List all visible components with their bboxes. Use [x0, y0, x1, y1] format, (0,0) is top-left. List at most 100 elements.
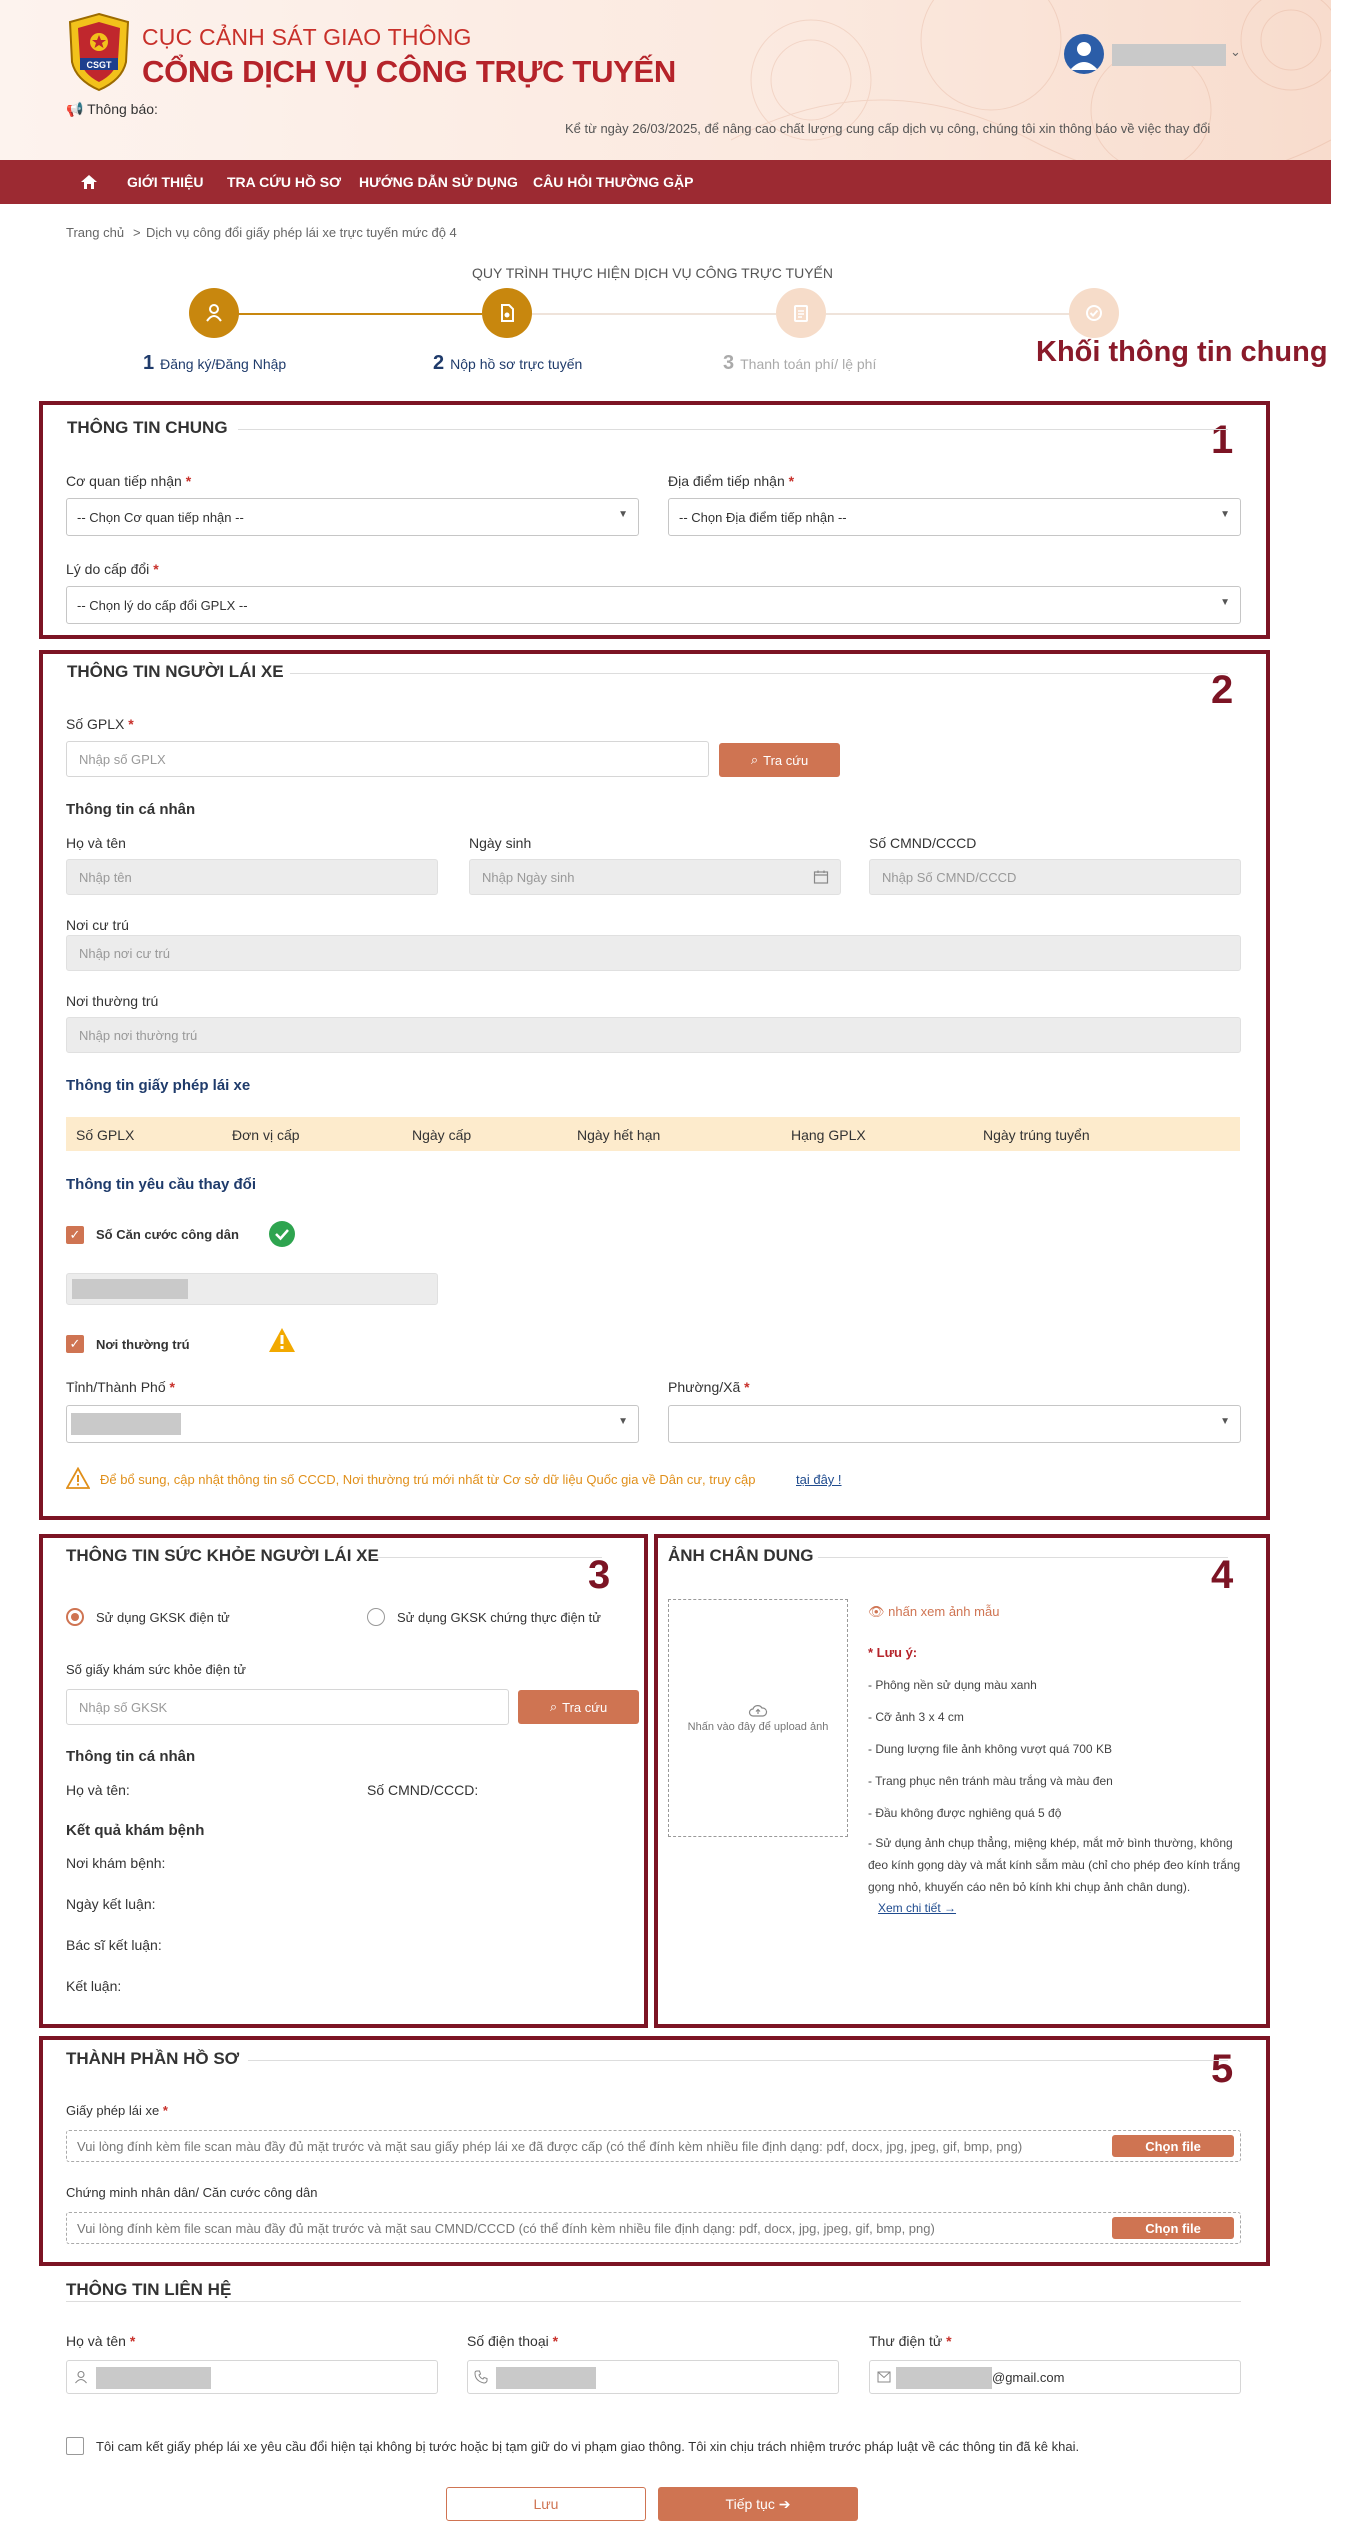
document-icon — [501, 304, 514, 322]
province-label: Tỉnh/Thành Phố * — [66, 1379, 175, 1395]
agency-select[interactable]: -- Chọn Cơ quan tiếp nhận -- ▼ — [66, 498, 639, 536]
personal-info-title: Thông tin cá nhân — [66, 801, 196, 818]
ward-select[interactable]: ▼ — [668, 1405, 1241, 1443]
notice-label: 📢 Thông báo: — [66, 101, 158, 117]
section-divider — [66, 2301, 1241, 2302]
save-button[interactable]: Lưu — [446, 2487, 646, 2521]
breadcrumb-home[interactable]: Trang chủ — [66, 225, 124, 240]
calendar-icon[interactable] — [813, 869, 829, 885]
user-avatar-icon[interactable] — [1064, 34, 1104, 74]
name-label: Họ và tên — [66, 835, 126, 851]
step-login-circle — [189, 288, 239, 338]
contact-name-label: Họ và tên * — [66, 2333, 136, 2349]
dob-label: Ngày sinh — [469, 835, 532, 851]
contact-email-redacted — [896, 2367, 992, 2389]
contact-email-label: Thư điện tử * — [869, 2333, 952, 2349]
exam-doctor-label: Bác sĩ kết luận: — [66, 1937, 162, 1953]
chevron-down-icon: ▼ — [618, 509, 628, 520]
health-id-label: Số CMND/CCCD: — [367, 1782, 479, 1798]
annotation-number-3: 3 — [588, 1553, 611, 1597]
commitment-text: Tôi cam kết giấy phép lái xe yêu cầu đổi… — [96, 2439, 1080, 2454]
gplx-input[interactable]: Nhập số GPLX — [66, 741, 709, 777]
notice-ticker[interactable]: Kể từ ngày 26/03/2025, để nâng cao chất … — [565, 121, 1241, 136]
agency-label: Cơ quan tiếp nhận * — [66, 473, 192, 489]
permanent-input[interactable]: Nhập nơi thường trú — [66, 1017, 1241, 1053]
health-option-electronic[interactable] — [66, 1608, 84, 1626]
reason-select[interactable]: -- Chọn lý do cấp đổi GPLX -- ▼ — [66, 586, 1241, 624]
cccd-checkbox[interactable]: ✓ — [66, 1226, 84, 1244]
search-icon: ⌕ — [750, 752, 759, 767]
step-payment-label: 3 Thanh toán phí/ lệ phí — [723, 352, 877, 374]
residence-input[interactable]: Nhập nơi cư trú — [66, 935, 1241, 971]
step-connector — [238, 313, 482, 315]
residence-label: Nơi cư trú — [66, 917, 129, 933]
home-icon[interactable] — [80, 173, 98, 191]
portrait-upload-area[interactable]: Nhấn vào đây để upload ảnh — [668, 1599, 848, 1837]
id-choose-file-button[interactable]: Chọn file — [1112, 2217, 1234, 2239]
national-db-link[interactable]: tại đây ! — [796, 1472, 842, 1487]
eye-icon: 👁 — [868, 1604, 889, 1619]
nav-item-faq[interactable]: CÂU HỎI THƯỜNG GẶP — [533, 174, 693, 190]
detail-link[interactable]: Xem chi tiết → — [878, 1901, 956, 1915]
user-name-redacted[interactable] — [1112, 44, 1226, 66]
note-item: - Phông nền sử dụng màu xanh — [868, 1678, 1037, 1692]
ward-label: Phường/Xã * — [668, 1379, 750, 1395]
note-item: - Đầu không được nghiêng quá 5 độ — [868, 1806, 1062, 1820]
documents-section-title: THÀNH PHẦN HỒ SƠ — [66, 2049, 240, 2068]
license-file-input[interactable]: Vui lòng đính kèm file scan màu đầy đủ m… — [66, 2130, 1241, 2162]
user-icon — [75, 2370, 87, 2384]
column-header: Ngày cấp — [412, 1127, 472, 1143]
header-pattern-icon — [731, 0, 1331, 160]
id-input[interactable]: Nhập Số CMND/CCCD — [869, 859, 1241, 895]
police-emblem-logo[interactable]: CSGT — [66, 12, 132, 92]
check-circle-icon — [269, 1221, 295, 1247]
license-choose-file-button[interactable]: Chọn file — [1112, 2135, 1234, 2157]
cccd-checkbox-label: Số Căn cước công dân — [96, 1227, 239, 1242]
continue-button[interactable]: Tiếp tục ➔ — [658, 2487, 858, 2521]
nav-item-intro[interactable]: GIỚI THIỆU — [127, 174, 204, 190]
health-option-certified[interactable] — [367, 1608, 385, 1626]
note-item: - Trang phục nên tránh màu trắng và màu … — [868, 1774, 1113, 1788]
contact-name-redacted — [96, 2367, 211, 2389]
gplx-label: Số GPLX * — [66, 716, 134, 732]
permanent-label: Nơi thường trú — [66, 993, 159, 1009]
chevron-down-icon: ▼ — [1220, 597, 1230, 608]
change-info-title: Thông tin yêu cầu thay đổi — [66, 1176, 257, 1193]
nav-item-lookup[interactable]: TRA CỨU HỒ SƠ — [227, 174, 341, 190]
sample-photo-link[interactable]: 👁 nhấn xem ảnh mẫu — [868, 1604, 999, 1620]
portal-title[interactable]: CỔNG DỊCH VỤ CÔNG TRỰC TUYẾN — [142, 54, 676, 90]
health-option-certified-label: Sử dụng GKSK chứng thực điện tử — [397, 1610, 601, 1625]
search-icon: ⌕ — [549, 1699, 558, 1714]
cccd-update-warning: Để bổ sung, cập nhật thông tin số CCCD, … — [100, 1472, 756, 1487]
nav-item-guide[interactable]: HƯỚNG DẪN SỬ DỤNG — [359, 174, 518, 190]
cert-lookup-button[interactable]: ⌕ Tra cứu — [518, 1690, 639, 1724]
province-value-redacted — [71, 1413, 181, 1435]
dob-input[interactable]: Nhập Ngày sinh — [469, 859, 841, 895]
permanent-checkbox[interactable]: ✓ — [66, 1335, 84, 1353]
chevron-down-icon: ▼ — [1220, 1416, 1230, 1427]
gplx-lookup-button[interactable]: ⌕ Tra cứu — [719, 743, 840, 777]
exam-date-label: Ngày kết luận: — [66, 1896, 156, 1912]
section-divider — [290, 673, 1228, 674]
step-connector — [826, 313, 1070, 315]
place-label: Địa điểm tiếp nhận * — [668, 473, 795, 489]
breadcrumb-separator: > — [133, 225, 141, 240]
main-nav: GIỚI THIỆU TRA CỨU HỒ SƠ HƯỚNG DẪN SỬ DỤ… — [0, 160, 1331, 204]
id-label: Số CMND/CCCD — [869, 835, 977, 851]
cert-number-input[interactable]: Nhập số GKSK — [66, 1689, 509, 1725]
step-login-label: 1 Đăng ký/Đăng Nhập — [143, 352, 287, 374]
warning-icon — [269, 1328, 295, 1352]
column-header: Số GPLX — [76, 1127, 135, 1143]
cloud-upload-icon — [748, 1705, 768, 1717]
name-input[interactable]: Nhập tên — [66, 859, 438, 895]
section-divider — [818, 1557, 1228, 1558]
user-menu-chevron-icon[interactable]: ⌄ — [1230, 44, 1241, 60]
id-file-input[interactable]: Vui lòng đính kèm file scan màu đầy đủ m… — [66, 2212, 1241, 2244]
clipboard-icon — [794, 305, 808, 322]
chevron-down-icon: ▼ — [1220, 509, 1230, 520]
column-header: Ngày trúng tuyển — [983, 1127, 1090, 1143]
commitment-checkbox[interactable] — [66, 2437, 84, 2455]
note-item: - Cỡ ảnh 3 x 4 cm — [868, 1710, 964, 1724]
id-doc-label: Chứng minh nhân dân/ Căn cước công dân — [66, 2185, 318, 2200]
place-select[interactable]: -- Chọn Địa điểm tiếp nhận -- ▼ — [668, 498, 1241, 536]
